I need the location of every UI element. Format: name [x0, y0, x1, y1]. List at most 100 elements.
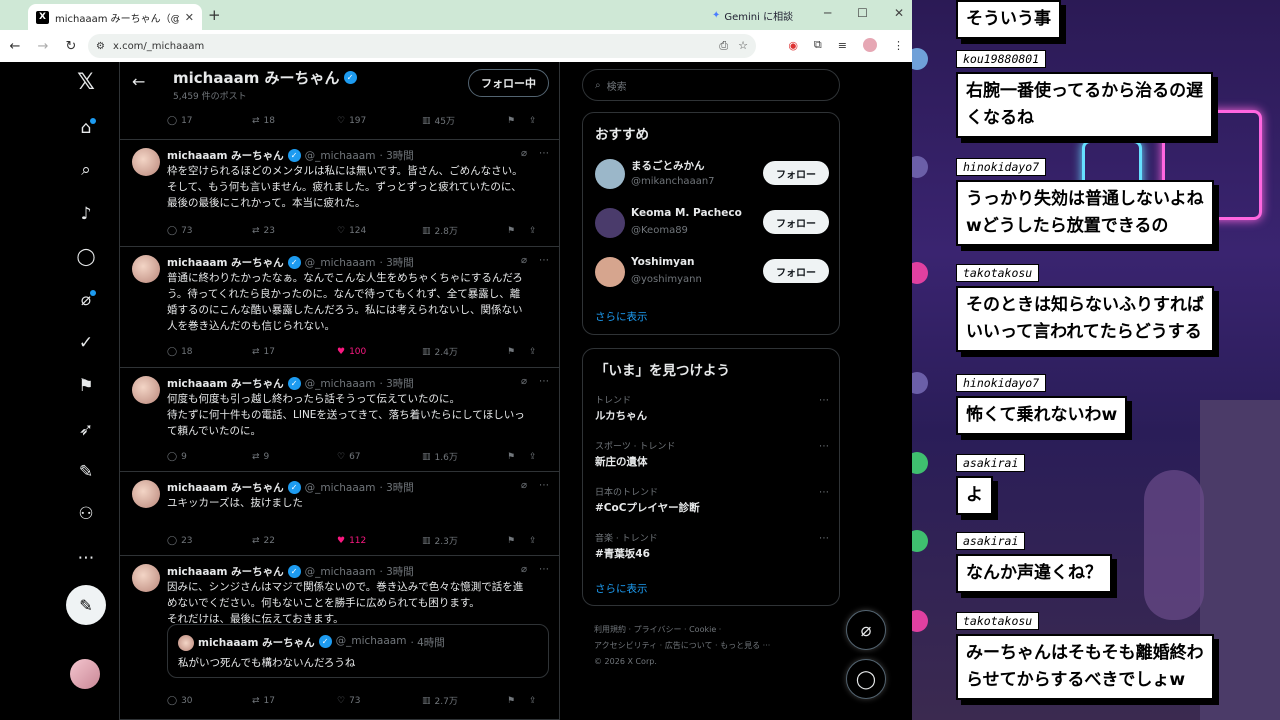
tweet[interactable]: michaaam みーちゃん ✓ @_michaaam · 3時間 ⌀ ⋯ 何度も何度も… [120, 368, 559, 472]
reply-button[interactable]: ◯ 9 [167, 452, 252, 462]
tweet-handle[interactable]: @_michaaam [305, 482, 376, 494]
reply-button[interactable]: ◯ 73 [167, 226, 252, 236]
bookmark-icon[interactable]: ⚑ [507, 452, 529, 462]
trend-item[interactable]: スポーツ · トレンド 新庄の遺体 ⋯ [595, 439, 829, 469]
repost-button[interactable]: ⇄ 23 [252, 226, 337, 236]
like-button[interactable]: ♥ 100 [337, 347, 422, 357]
suggested-user-avatar[interactable] [595, 257, 625, 287]
reply-button[interactable]: ◯ 17 [167, 116, 252, 126]
suggested-user-handle[interactable]: @Keoma89 [631, 225, 688, 236]
grok-explain-icon[interactable]: ⌀ [521, 376, 527, 387]
views-button[interactable]: ▥ 2.4万 [422, 345, 507, 359]
follow-button[interactable]: フォロー [763, 210, 829, 234]
share-icon[interactable]: ⇪ [529, 696, 551, 706]
share-icon[interactable]: ⇪ [529, 536, 551, 546]
tweet-avatar[interactable] [132, 148, 160, 176]
suggested-user[interactable]: Keoma M. Pacheco @Keoma89 フォロー [595, 204, 829, 244]
repost-button[interactable]: ⇄ 18 [252, 116, 337, 126]
suggested-user-avatar[interactable] [595, 208, 625, 238]
tweet-author[interactable]: michaaam みーちゃん [167, 148, 284, 163]
share-icon[interactable]: ⇪ [529, 347, 551, 357]
suggested-user-name[interactable]: Keoma M. Pacheco [631, 207, 742, 219]
share-icon[interactable]: ⇪ [529, 452, 551, 462]
reply-button[interactable]: ◯ 23 [167, 536, 252, 546]
reload-icon[interactable]: ↻ [64, 39, 78, 54]
tweet-author[interactable]: michaaam みーちゃん [167, 564, 284, 579]
repost-button[interactable]: ⇄ 17 [252, 696, 337, 706]
forward-icon[interactable]: → [36, 39, 50, 54]
grok-icon[interactable]: ⌀ [74, 288, 98, 312]
grok-explain-icon[interactable]: ⌀ [521, 255, 527, 266]
follow-button[interactable]: フォロー [763, 161, 829, 185]
tweet-more-icon[interactable]: ⋯ [539, 376, 549, 387]
site-info-icon[interactable]: ⚙ [96, 41, 105, 52]
install-icon[interactable]: ⎙ [719, 39, 728, 53]
tweet-author[interactable]: michaaam みーちゃん [167, 480, 284, 495]
profile-icon[interactable]: ⚇ [74, 502, 98, 526]
bookmark-star-icon[interactable]: ☆ [738, 39, 748, 53]
notifications-icon[interactable]: ♪ [74, 202, 98, 226]
grok-fab-icon[interactable]: ⌀ [846, 610, 886, 650]
account-avatar[interactable] [70, 659, 100, 689]
grok-explain-icon[interactable]: ⌀ [521, 148, 527, 159]
trend-more-icon[interactable]: ⋯ [819, 533, 829, 544]
articles-icon[interactable]: ✎ [74, 460, 98, 484]
record-icon[interactable]: ◉ [788, 39, 798, 52]
address-bar[interactable]: ⚙ x.com/_michaaam ⎙ ☆ [88, 34, 756, 58]
messages-fab-icon[interactable]: ◯ [846, 659, 886, 699]
tweet-handle[interactable]: @_michaaam [305, 257, 376, 269]
reply-button[interactable]: ◯ 18 [167, 347, 252, 357]
like-button[interactable]: ♥ 112 [337, 536, 422, 546]
footer-line-1[interactable]: 利用規約 · プライバシー · Cookie · [594, 622, 834, 638]
media-icon[interactable]: ≡ [838, 39, 847, 52]
tweet[interactable]: michaaam みーちゃん ✓ @_michaaam · 3時間 ⌀ ⋯ 枠を空けられ… [120, 140, 559, 247]
follow-button[interactable]: フォロー [763, 259, 829, 283]
quoted-tweet[interactable]: michaaam みーちゃん ✓ @_michaaam · 4時間 私がいつ死んでも構… [167, 624, 549, 678]
tweet[interactable]: michaaam みーちゃん ✓ @_michaaam · 3時間 ⌀ ⋯ 普通に終わり… [120, 247, 559, 368]
grok-explain-icon[interactable]: ⌀ [521, 480, 527, 491]
bookmark-icon[interactable]: ⚑ [507, 226, 529, 236]
tweet-more-icon[interactable]: ⋯ [539, 480, 549, 491]
repost-button[interactable]: ⇄ 22 [252, 536, 337, 546]
tweet-time[interactable]: · 3時間 [379, 255, 413, 270]
minimize-icon[interactable]: ─ [824, 6, 831, 20]
tweet[interactable]: michaaam みーちゃん ✓ @_michaaam · 3時間 ⌀ ⋯ ユキッカーズ… [120, 472, 559, 556]
tweet-author[interactable]: michaaam みーちゃん [167, 255, 284, 270]
tweet-avatar[interactable] [132, 480, 160, 508]
suggested-user[interactable]: Yoshimyan @yoshimyann フォロー [595, 253, 829, 293]
business-icon[interactable]: ➶ [74, 418, 98, 442]
tweet-handle[interactable]: @_michaaam [305, 566, 376, 578]
profile-avatar[interactable] [863, 38, 877, 52]
extensions-icon[interactable]: ⧉ [814, 38, 822, 52]
suggested-user-handle[interactable]: @yoshimyann [631, 274, 702, 285]
trends-more-link[interactable]: さらに表示 [595, 581, 648, 596]
trend-item[interactable]: 音楽 · トレンド #青葉坂46 ⋯ [595, 531, 829, 561]
bookmark-icon[interactable]: ⚑ [507, 347, 529, 357]
views-button[interactable]: ▥ 2.3万 [422, 534, 507, 548]
tweet-time[interactable]: · 3時間 [379, 148, 413, 163]
gemini-button[interactable]: ✦ Gemini に相談 [712, 8, 793, 23]
explore-icon[interactable]: ⌕ [74, 158, 98, 182]
views-button[interactable]: ▥ 2.7万 [422, 694, 507, 708]
x-home-logo-icon[interactable]: 𝕏 [74, 70, 98, 95]
tweet-time[interactable]: · 3時間 [379, 480, 413, 495]
bookmark-icon[interactable]: ⚑ [507, 116, 529, 126]
share-icon[interactable]: ⇪ [529, 226, 551, 236]
tweet-avatar[interactable] [132, 564, 160, 592]
suggested-user-name[interactable]: Yoshimyan [631, 256, 695, 268]
trend-item[interactable]: トレンド ルカちゃん ⋯ [595, 393, 829, 423]
like-button[interactable]: ♡ 197 [337, 116, 422, 126]
messages-icon[interactable]: ◯ [74, 245, 98, 269]
repost-button[interactable]: ⇄ 17 [252, 347, 337, 357]
suggested-user-name[interactable]: まるごとみかん [631, 158, 705, 173]
reply-button[interactable]: ◯ 30 [167, 696, 252, 706]
grok-explain-icon[interactable]: ⌀ [521, 564, 527, 575]
more-icon[interactable]: ⋯ [74, 546, 98, 570]
home-icon[interactable]: ⌂ [74, 116, 98, 140]
views-button[interactable]: ▥ 1.6万 [422, 450, 507, 464]
back-arrow-icon[interactable]: ← [132, 72, 145, 91]
tweet-author[interactable]: michaaam みーちゃん [167, 376, 284, 391]
new-tab-button[interactable]: + [208, 6, 221, 24]
tweet-avatar[interactable] [132, 376, 160, 404]
views-button[interactable]: ▥ 45万 [422, 114, 507, 128]
